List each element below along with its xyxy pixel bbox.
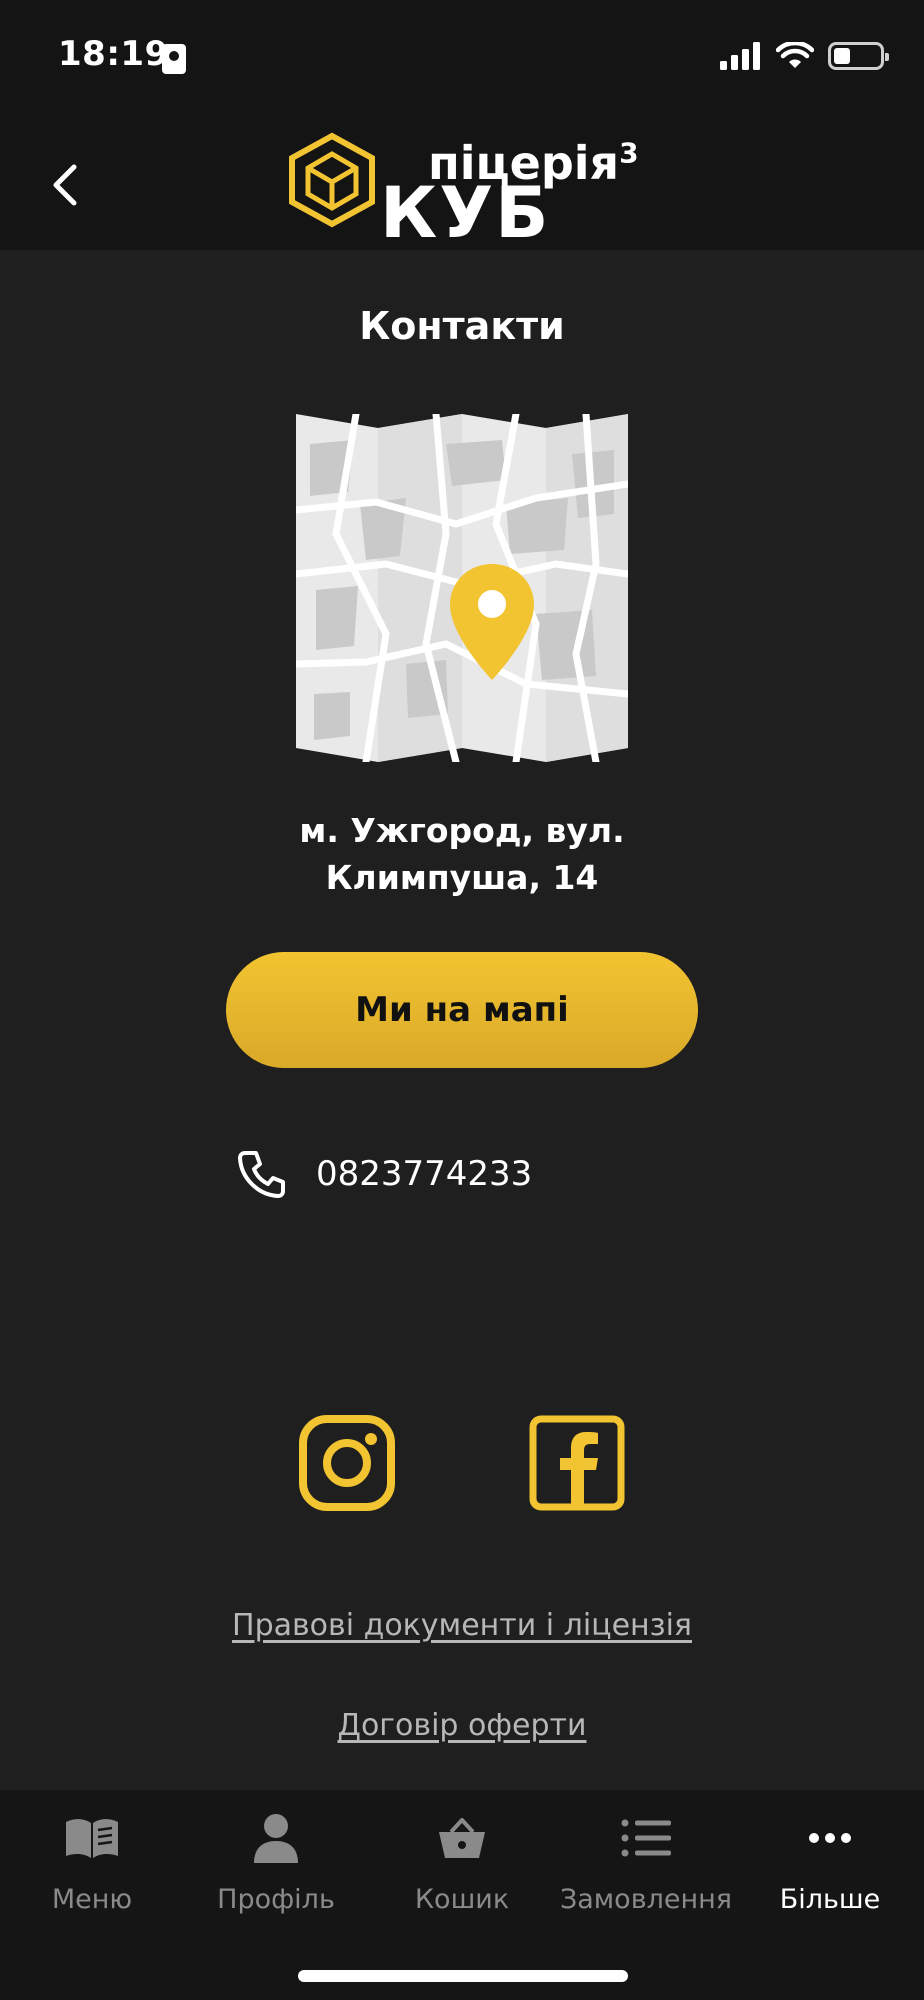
tab-more-label: Більше	[779, 1884, 881, 1915]
status-indicators	[720, 42, 889, 70]
map-illustration	[296, 414, 628, 762]
book-icon	[64, 1808, 120, 1868]
status-time: 18:19	[58, 34, 169, 74]
legal-documents-link[interactable]: Правові документи і ліцензія	[232, 1608, 692, 1643]
contact-card-icon	[162, 44, 186, 74]
phone-number: 0823774233	[316, 1154, 533, 1194]
phone-contact[interactable]: 0823774233	[236, 1144, 532, 1204]
back-button[interactable]	[40, 150, 90, 220]
home-indicator[interactable]	[298, 1970, 628, 1982]
facebook-button[interactable]	[528, 1414, 626, 1512]
page-title: Контакти	[359, 304, 565, 348]
tab-menu-label: Меню	[51, 1884, 133, 1915]
more-icon	[808, 1808, 852, 1868]
address-line-2: Климпуша, 14	[325, 857, 599, 897]
tab-profile-label: Профіль	[217, 1884, 335, 1915]
phone-icon	[238, 1151, 285, 1198]
tab-more[interactable]: Більше	[738, 1808, 922, 1928]
instagram-icon	[299, 1415, 395, 1511]
facebook-icon	[529, 1415, 625, 1511]
signal-icon	[720, 42, 760, 70]
instagram-button[interactable]	[298, 1414, 396, 1512]
tab-orders-label: Замовлення	[559, 1884, 733, 1915]
top-bar: 18:19 піцерія3 КУБ	[0, 0, 924, 254]
tab-menu[interactable]: Меню	[0, 1808, 184, 1928]
show-on-map-button[interactable]: Ми на мапі	[226, 952, 698, 1068]
logo-superscript: 3	[619, 136, 639, 170]
offer-agreement-link[interactable]: Договір оферти	[338, 1708, 587, 1743]
offer-agreement-link-row: Договір оферти	[0, 1708, 924, 1743]
screen: 18:19 піцерія3 КУБ Контакти м. Ужгород, …	[0, 0, 924, 2000]
tab-cart-label: Кошик	[414, 1884, 510, 1915]
battery-icon	[828, 42, 889, 70]
wifi-icon	[776, 42, 814, 68]
pizzeria-logo: піцерія3 КУБ	[288, 128, 648, 254]
tab-cart[interactable]: Кошик	[370, 1808, 554, 1928]
bottom-tab-bar: Меню Профіль Кошик Замовлення Більше	[0, 1790, 924, 2000]
cube-logo-icon	[289, 132, 375, 228]
tab-orders[interactable]: Замовлення	[554, 1808, 738, 1928]
person-icon	[252, 1808, 300, 1868]
address-line-1: м. Ужгород, вул.	[299, 811, 625, 850]
chevron-left-icon	[53, 164, 77, 206]
list-icon	[621, 1808, 671, 1868]
legal-documents-link-row: Правові документи і ліцензія	[0, 1608, 924, 1643]
address: м. Ужгород, вул. Климпуша, 14	[232, 808, 692, 902]
basket-icon	[437, 1808, 487, 1868]
logo-wordmark: КУБ	[380, 172, 551, 254]
tab-profile[interactable]: Профіль	[184, 1808, 368, 1928]
